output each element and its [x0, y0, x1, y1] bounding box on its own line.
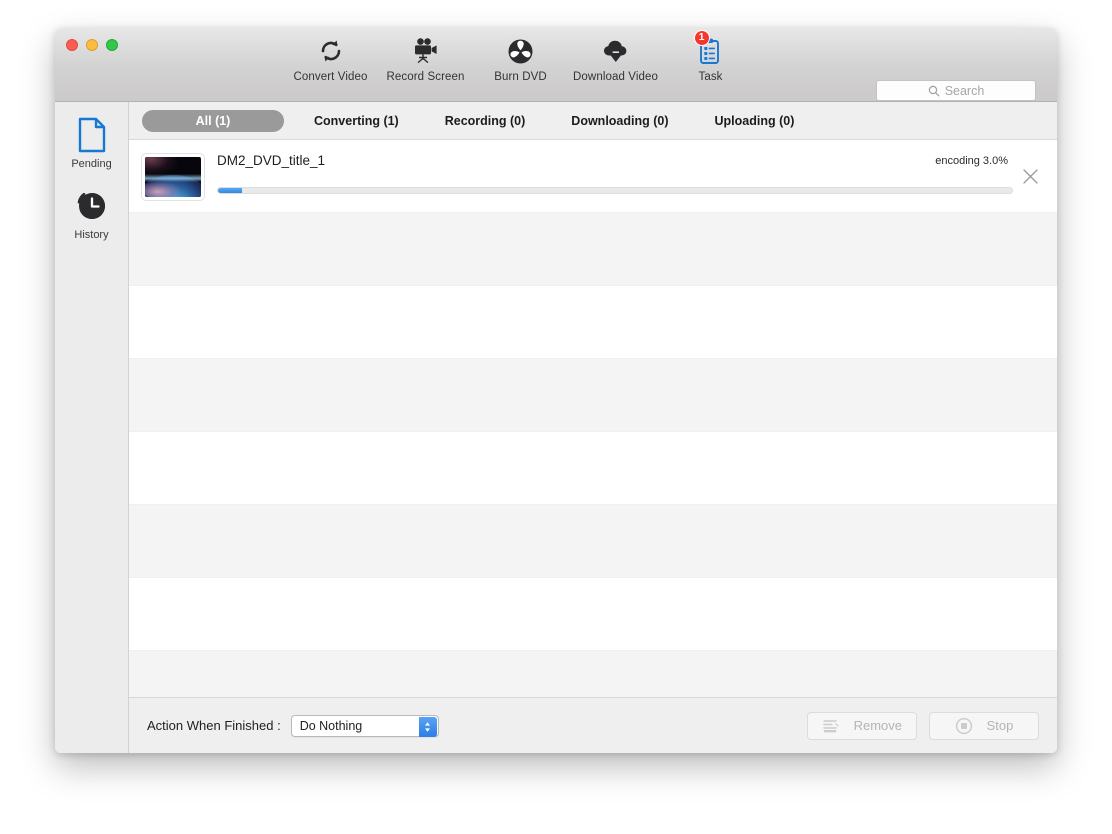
table-row-empty: [129, 432, 1057, 505]
toolbar-item-download-video[interactable]: Download Video: [568, 34, 663, 83]
toolbar-item-task[interactable]: 1 Task: [663, 30, 758, 83]
burn-dvd-icon: [507, 34, 534, 68]
toolbar: Convert Video Record Screen Burn DVD Dow…: [55, 28, 1057, 102]
content-area: All (1) Converting (1) Recording (0) Dow…: [129, 102, 1057, 753]
close-icon[interactable]: [1013, 168, 1047, 185]
history-clock-icon: [75, 186, 109, 226]
record-screen-icon: [411, 34, 441, 68]
table-row-empty: [129, 213, 1057, 286]
toolbar-label: Download Video: [573, 71, 658, 83]
toolbar-items: Convert Video Record Screen Burn DVD Dow…: [283, 30, 758, 83]
document-icon: [76, 115, 108, 155]
table-row-empty: [129, 505, 1057, 578]
toolbar-label: Task: [698, 71, 723, 83]
action-when-finished-label: Action When Finished :: [147, 718, 281, 733]
toolbar-label: Record Screen: [386, 71, 465, 83]
sidebar-item-label: History: [74, 229, 109, 241]
app-window: Convert Video Record Screen Burn DVD Dow…: [55, 28, 1057, 753]
traffic-lights: [66, 39, 118, 51]
progress-bar: [217, 186, 1013, 194]
toolbar-item-burn-dvd[interactable]: Burn DVD: [473, 34, 568, 83]
body-area: Pending History All (1) Converting (1) R…: [55, 102, 1057, 753]
toolbar-item-convert-video[interactable]: Convert Video: [283, 34, 378, 83]
search-icon: [928, 85, 940, 97]
action-select-value: Do Nothing: [299, 718, 363, 733]
earth-from-space-thumbnail: [141, 152, 205, 201]
download-video-icon: [601, 34, 631, 68]
sidebar-item-history[interactable]: History: [55, 186, 129, 241]
search-placeholder: Search: [944, 83, 985, 98]
action-when-finished-select[interactable]: Do Nothing: [290, 714, 439, 737]
table-row[interactable]: DM2_DVD_title_1 encoding 3.0%: [129, 140, 1057, 213]
close-window-button[interactable]: [66, 39, 78, 51]
stop-circle-icon: [955, 717, 973, 735]
stop-button[interactable]: Stop: [929, 711, 1039, 740]
table-row-empty: [129, 651, 1057, 697]
minimize-window-button[interactable]: [86, 39, 98, 51]
remove-list-icon: [822, 718, 840, 734]
convert-video-icon: [317, 34, 345, 68]
table-row-empty: [129, 578, 1057, 651]
stop-button-label: Stop: [986, 718, 1014, 733]
toolbar-label: Convert Video: [293, 71, 368, 83]
task-list[interactable]: DM2_DVD_title_1 encoding 3.0%: [129, 140, 1057, 697]
toolbar-item-record-screen[interactable]: Record Screen: [378, 34, 473, 83]
tab-recording[interactable]: Recording (0): [429, 110, 542, 132]
tab-converting[interactable]: Converting (1): [298, 110, 415, 132]
task-status: encoding 3.0%: [935, 154, 1008, 167]
maximize-window-button[interactable]: [106, 39, 118, 51]
tab-uploading[interactable]: Uploading (0): [699, 110, 811, 132]
task-badge: 1: [693, 30, 710, 46]
search-input[interactable]: Search: [876, 80, 1036, 101]
tab-downloading[interactable]: Downloading (0): [555, 110, 684, 132]
bottom-bar: Action When Finished : Do Nothing Remove…: [129, 697, 1057, 753]
tab-bar: All (1) Converting (1) Recording (0) Dow…: [129, 102, 1057, 140]
table-row-empty: [129, 286, 1057, 359]
task-icon: 1: [693, 30, 724, 68]
toolbar-label: Burn DVD: [494, 71, 547, 83]
progress-bar-fill: [218, 187, 242, 193]
remove-button-label: Remove: [853, 718, 902, 733]
stepper-updown-icon[interactable]: [418, 716, 437, 737]
remove-button[interactable]: Remove: [806, 711, 917, 740]
table-row-empty: [129, 359, 1057, 432]
sidebar-item-label: Pending: [71, 158, 112, 170]
sidebar-item-pending[interactable]: Pending: [55, 115, 129, 170]
task-title: DM2_DVD_title_1: [217, 152, 326, 168]
tab-all[interactable]: All (1): [142, 109, 284, 132]
sidebar: Pending History: [55, 102, 129, 753]
